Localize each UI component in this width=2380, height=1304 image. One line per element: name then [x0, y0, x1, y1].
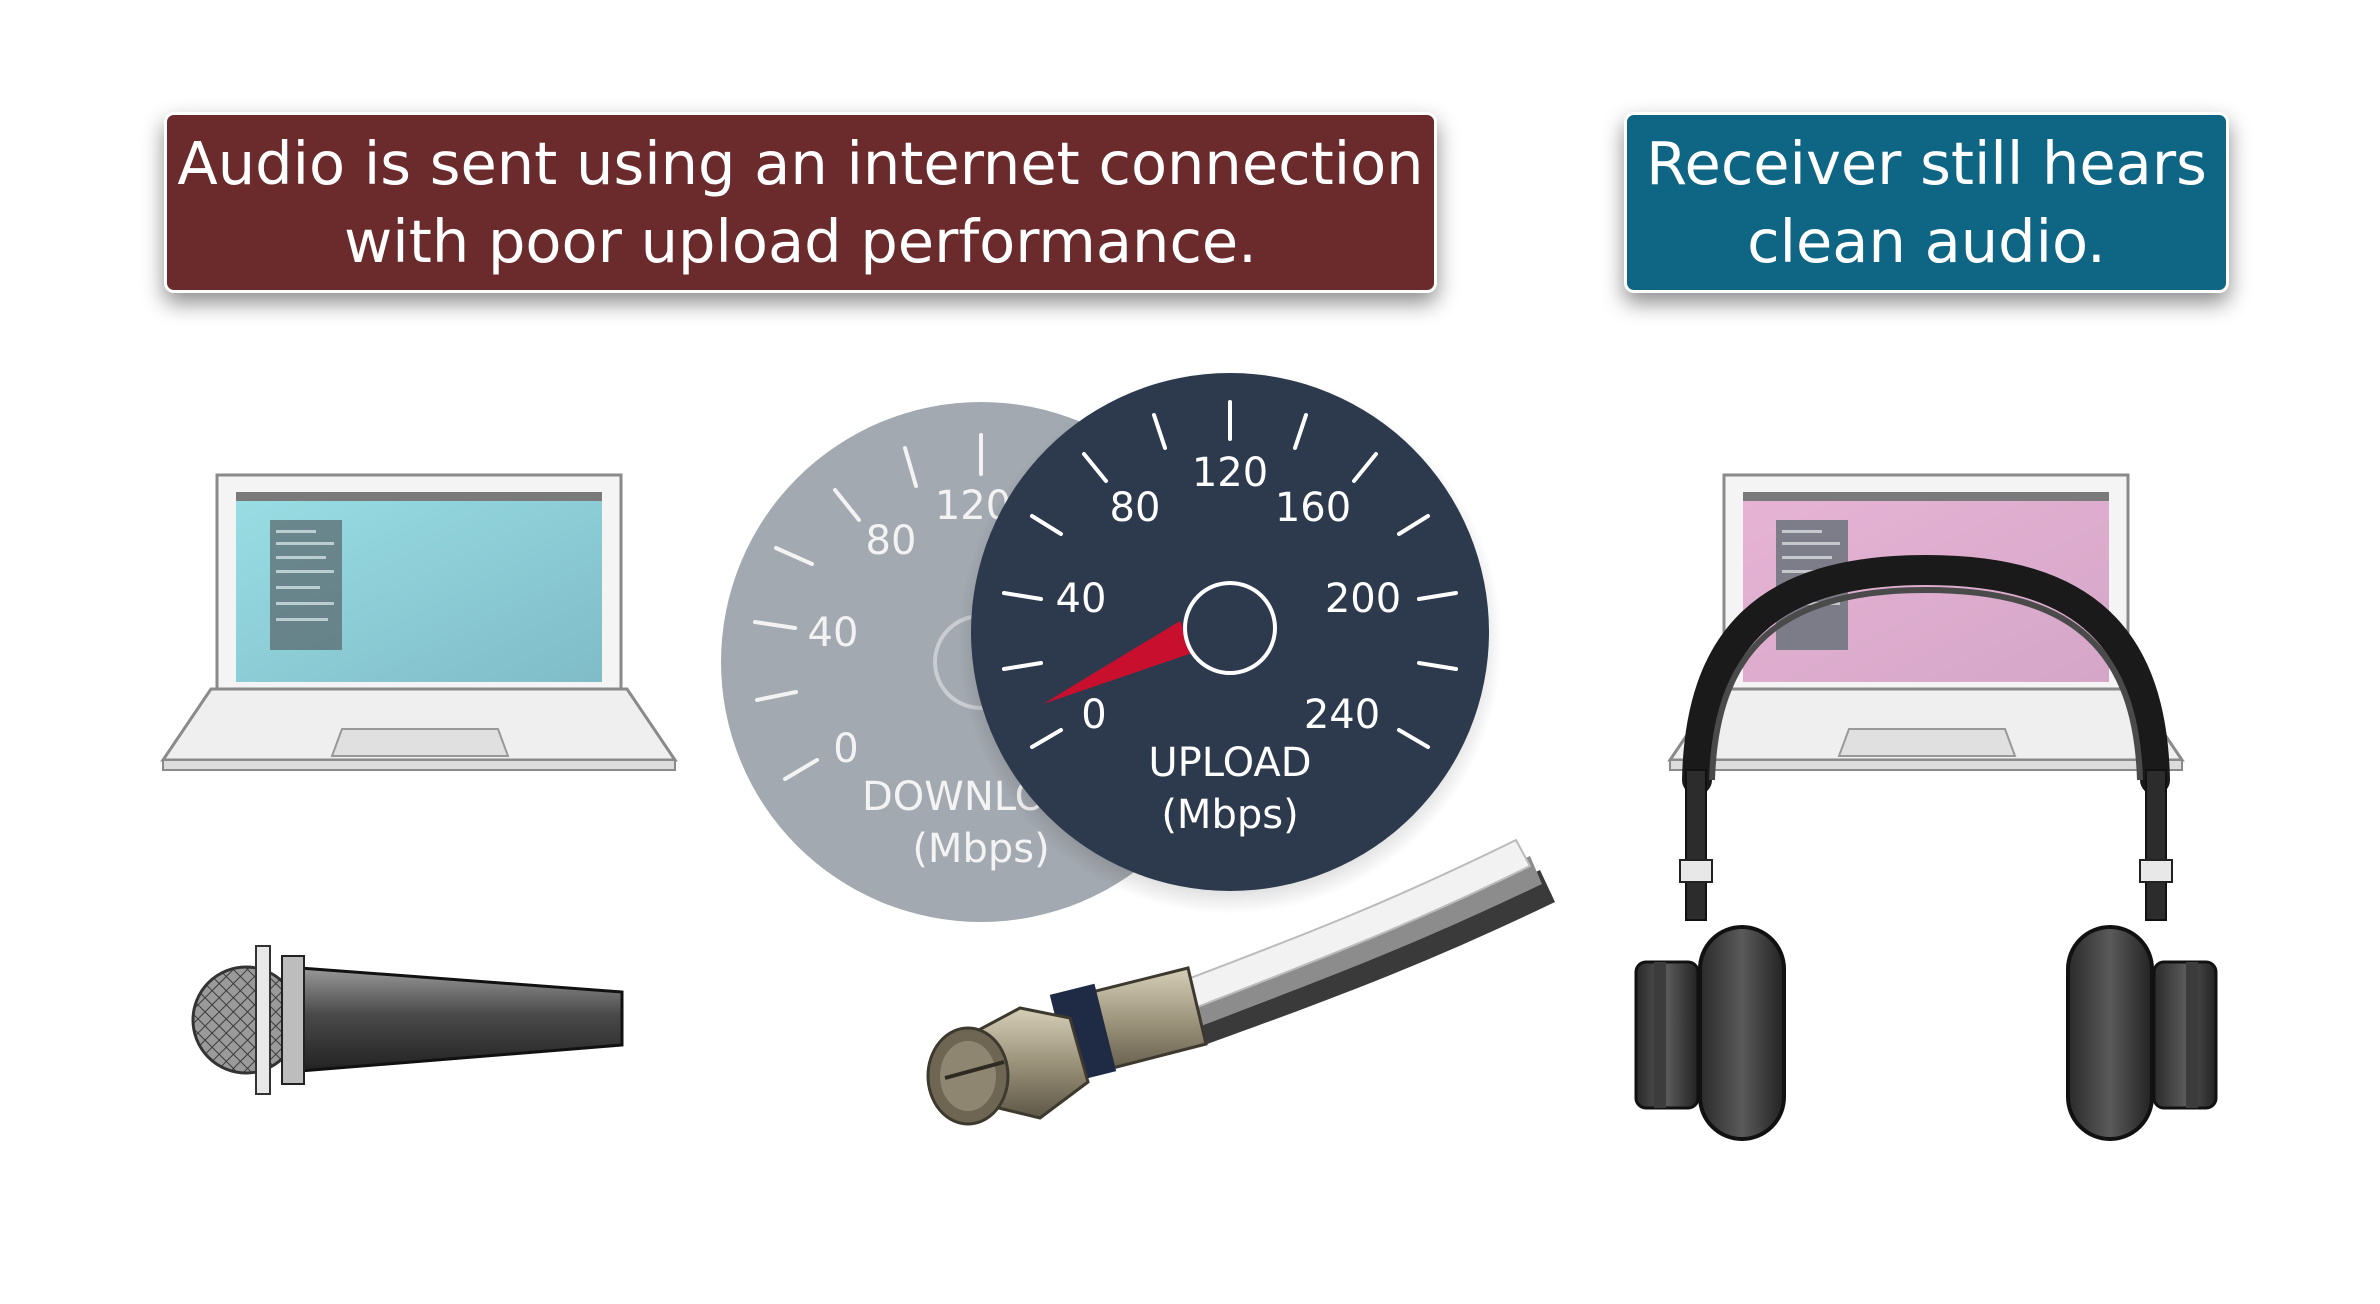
upload-tick-120: 120	[1192, 450, 1268, 496]
upload-tick-240: 240	[1304, 692, 1380, 738]
upload-tick-0: 0	[1081, 692, 1106, 738]
download-tick-0: 0	[833, 726, 858, 772]
upload-gauge-label: UPLOAD	[1148, 740, 1311, 786]
upload-tick-80: 80	[1110, 485, 1161, 531]
upload-gauge: 0 40 80 120 160 200 240 UPLOAD (Mbps)	[958, 370, 1502, 914]
download-tick-80: 80	[866, 518, 917, 564]
upload-tick-160: 160	[1275, 485, 1351, 531]
sender-laptop-icon	[160, 473, 678, 771]
download-gauge-unit: (Mbps)	[912, 826, 1049, 872]
upload-tick-40: 40	[1056, 576, 1107, 622]
upload-gauge-hub	[1183, 581, 1277, 675]
microphone-icon	[191, 945, 624, 1095]
download-tick-40: 40	[808, 610, 859, 656]
illustration-scene: 0 40 80 120 DOWNLO (Mbps) 0 40 80 120 16…	[160, 370, 2218, 1141]
upload-gauge-unit: (Mbps)	[1161, 792, 1298, 838]
upload-tick-200: 200	[1325, 576, 1401, 622]
